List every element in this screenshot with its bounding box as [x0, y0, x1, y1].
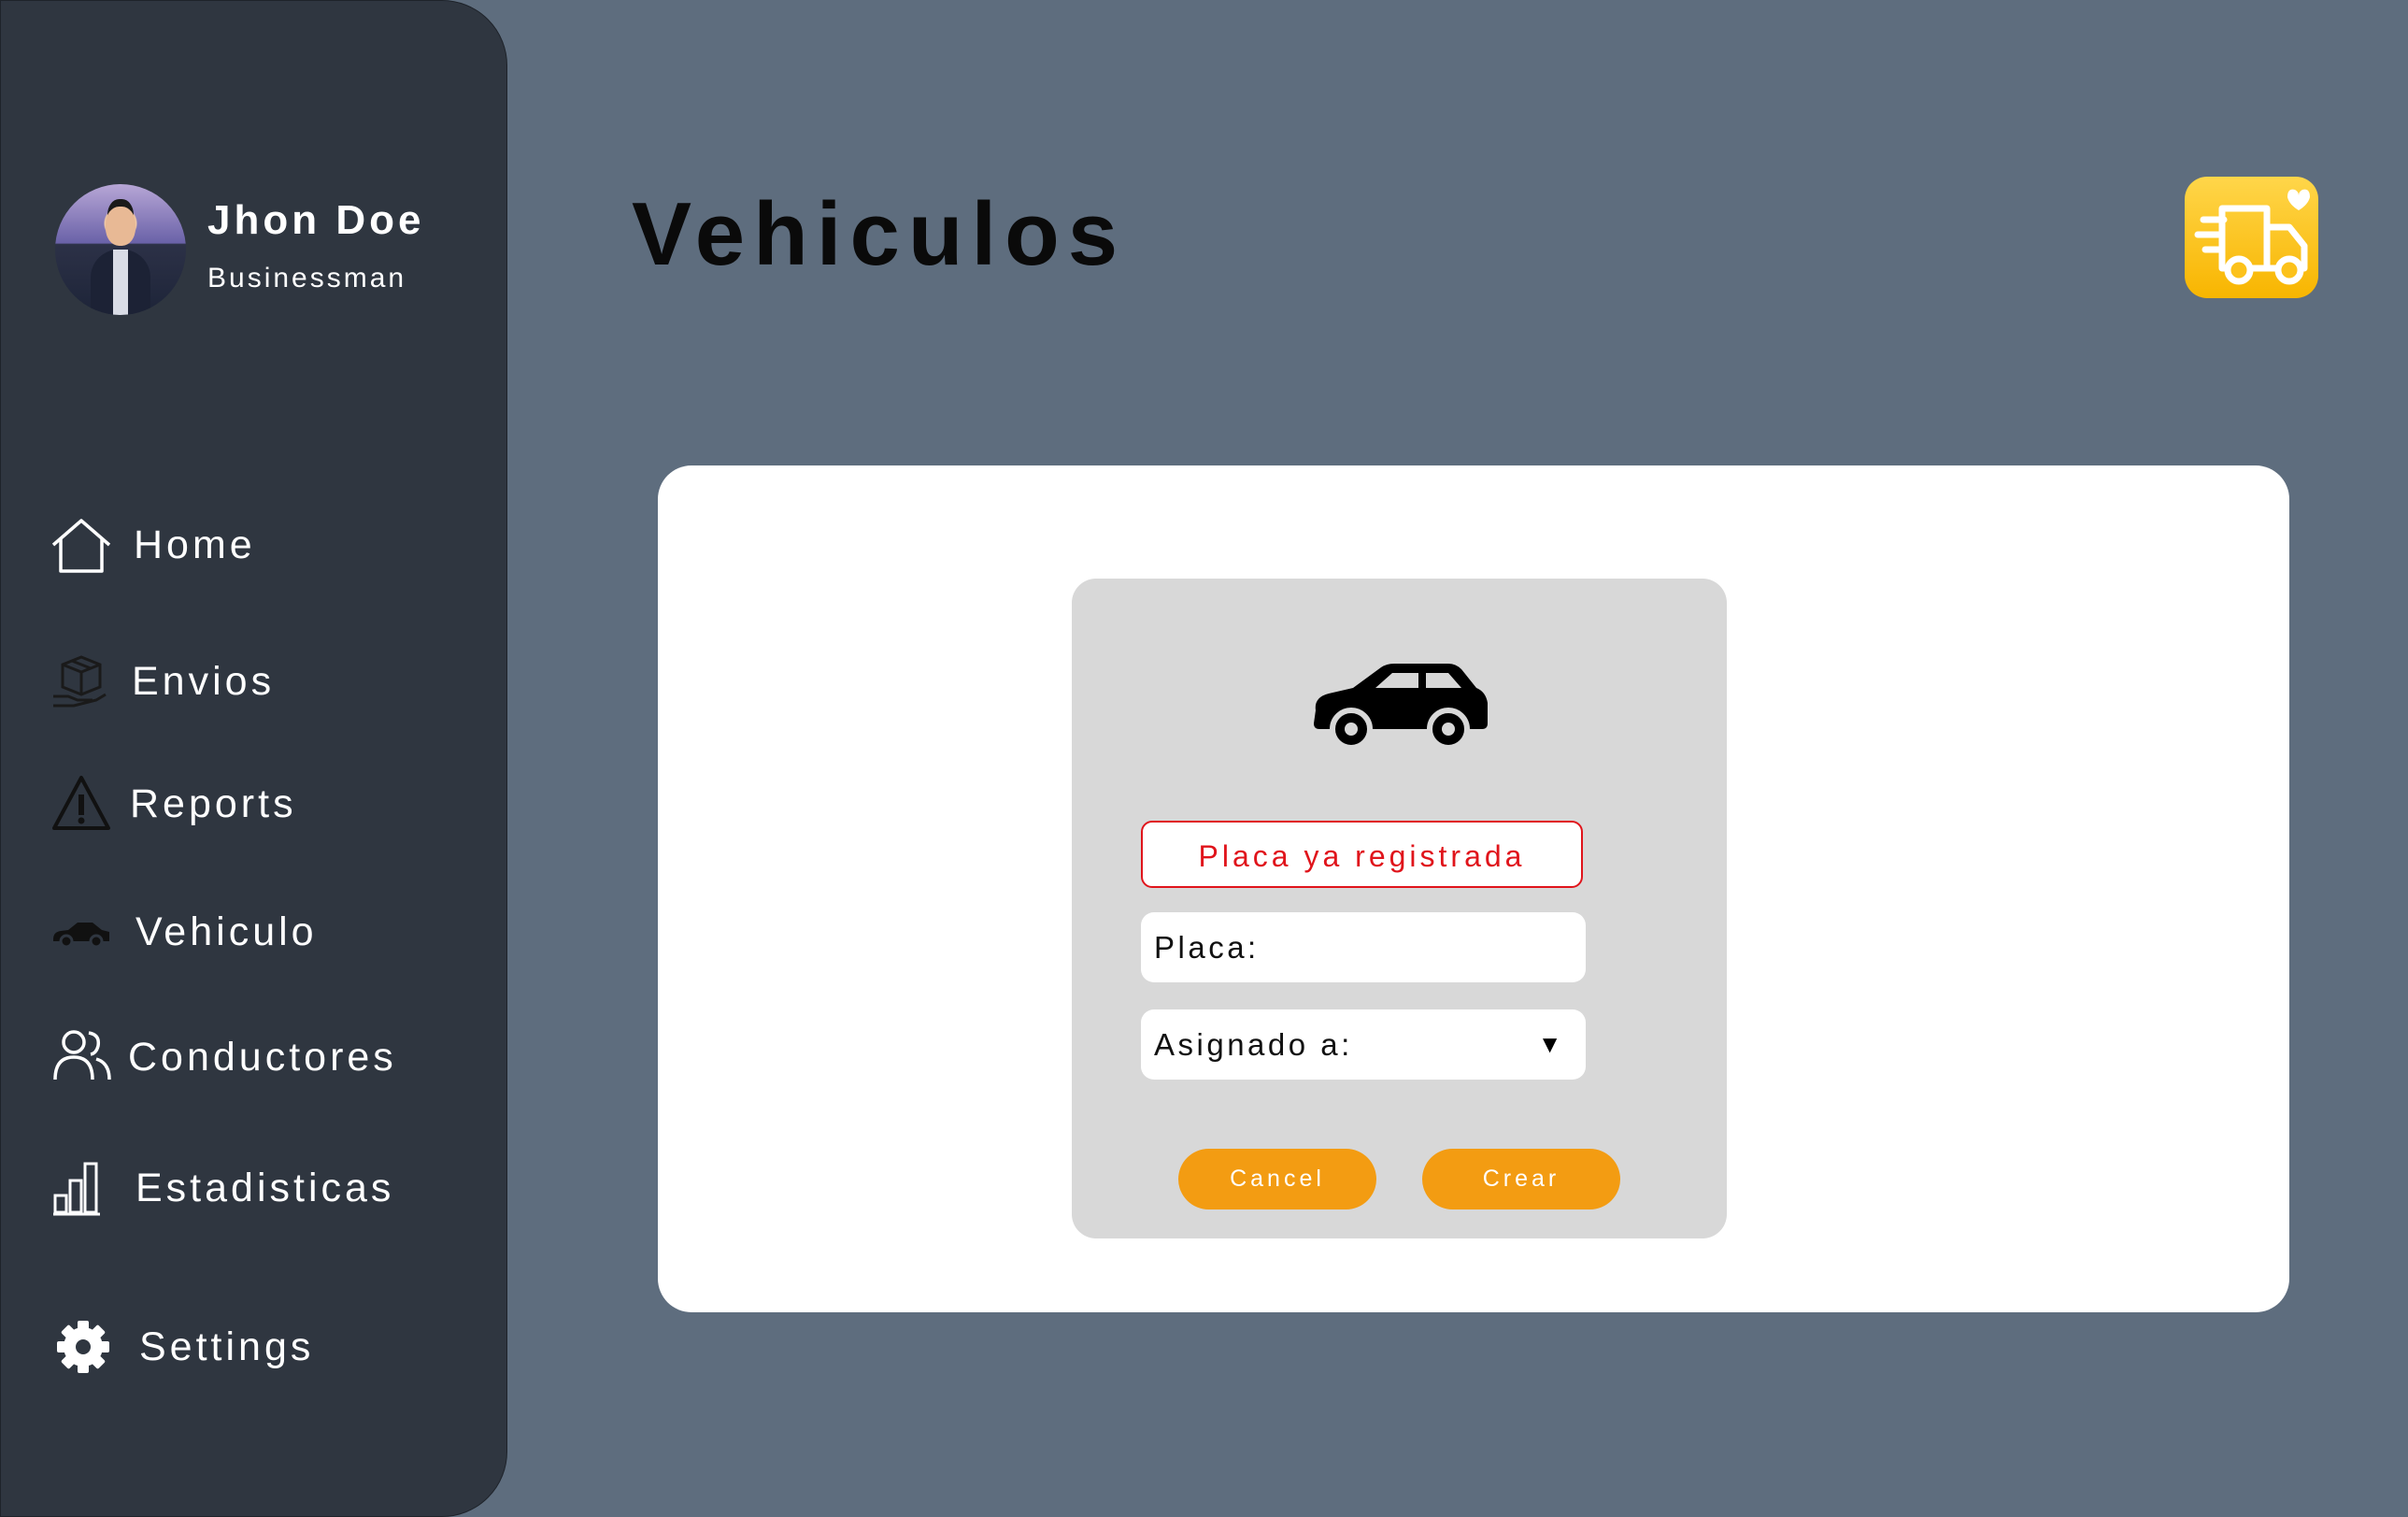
avatar — [55, 184, 186, 315]
users-icon — [53, 1030, 111, 1081]
placa-label: Placa: — [1154, 930, 1260, 965]
sidebar-item-estadisticas[interactable]: Estadisticas — [50, 1147, 489, 1222]
user-profile: Jhon Doe Businessman — [55, 184, 494, 320]
delivery-truck-heart-icon — [2194, 189, 2310, 285]
sidebar-item-label: Settings — [139, 1324, 315, 1369]
user-role: Businessman — [207, 263, 407, 293]
create-button[interactable]: Crear — [1422, 1149, 1620, 1209]
car-icon — [53, 923, 109, 949]
sidebar-item-home[interactable]: Home — [50, 504, 489, 579]
page-title: Vehiculos — [632, 184, 1127, 284]
home-icon — [51, 519, 111, 573]
sidebar-item-settings[interactable]: Settings — [50, 1306, 489, 1381]
sidebar: Jhon Doe Businessman Home Envios Reports… — [0, 0, 507, 1517]
sidebar-item-vehiculo[interactable]: Vehiculo — [50, 891, 489, 966]
sidebar-item-label: Estadisticas — [135, 1166, 395, 1210]
dropdown-arrow-icon: ▼ — [1537, 1030, 1565, 1058]
sidebar-item-label: Conductores — [128, 1035, 397, 1080]
placa-input[interactable]: Placa: — [1141, 912, 1586, 982]
sidebar-item-label: Reports — [130, 781, 297, 826]
sidebar-item-label: Home — [134, 522, 256, 567]
sidebar-item-envios[interactable]: Envios — [50, 640, 489, 715]
cancel-button[interactable]: Cancel — [1178, 1149, 1376, 1209]
package-hand-icon — [53, 655, 107, 708]
gear-icon — [57, 1321, 109, 1373]
sidebar-item-reports[interactable]: Reports — [50, 763, 489, 837]
asignado-label: Asignado a: — [1154, 1027, 1353, 1062]
asignado-select[interactable]: Asignado a: ▼ — [1141, 1009, 1586, 1080]
car-icon — [1314, 664, 1488, 751]
sidebar-item-label: Vehiculo — [135, 909, 318, 954]
sidebar-item-label: Envios — [132, 659, 276, 704]
app-logo — [2185, 177, 2318, 298]
sidebar-item-conductores[interactable]: Conductores — [50, 1016, 489, 1091]
user-name: Jhon Doe — [207, 197, 425, 243]
bar-chart-icon — [53, 1162, 100, 1216]
warning-icon — [52, 776, 110, 830]
error-message: Placa ya registrada — [1141, 821, 1583, 888]
